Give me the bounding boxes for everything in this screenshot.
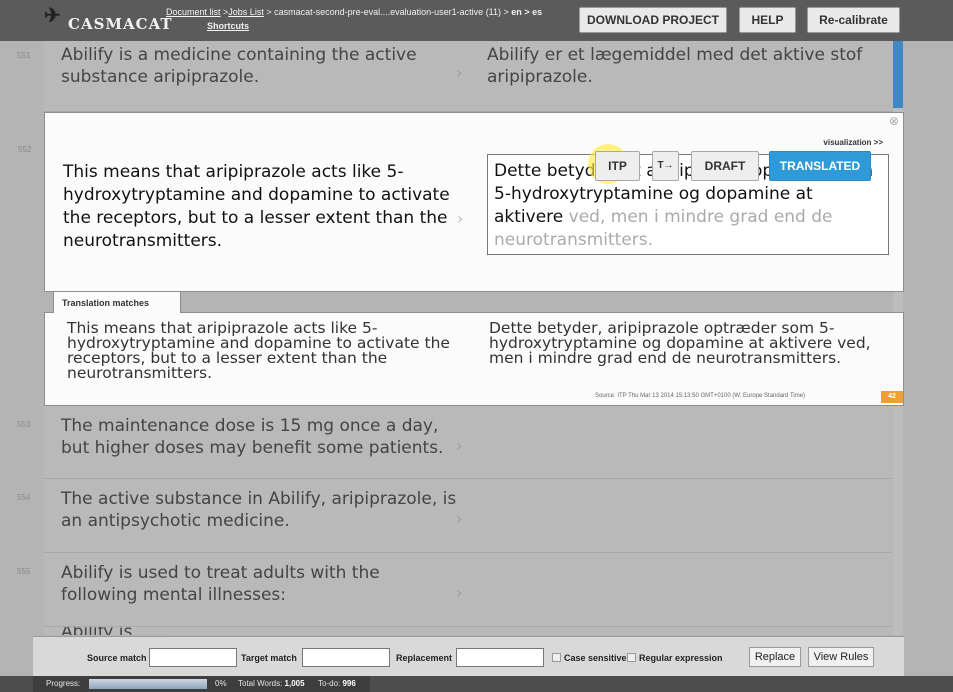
scrollbar-thumb[interactable]	[893, 41, 903, 108]
total-words: Total Words: 1,005	[238, 679, 305, 688]
source-match-label: Source match	[87, 653, 147, 663]
segment-554[interactable]: 554 The active substance in Abilify, ari…	[17, 479, 902, 553]
copy-arrow-icon[interactable]: ›	[456, 436, 462, 455]
segment-target[interactable]: Abilify er et lægemiddel med det aktive …	[487, 44, 887, 88]
copy-arrow-icon[interactable]: ›	[457, 209, 463, 228]
text-toggle-button[interactable]: T→	[652, 151, 679, 181]
regex-label: Regular expression	[639, 653, 723, 663]
segment-source: Abilify is ......	[61, 627, 461, 635]
segment-555[interactable]: 555 Abilify is used to treat adults with…	[17, 553, 902, 627]
match-score-badge: 42	[881, 391, 903, 403]
itp-button[interactable]: ITP	[595, 151, 640, 181]
logo-text: CASMACAT	[68, 15, 173, 33]
target-match-label: Target match	[241, 653, 297, 663]
segment-number: 553	[17, 420, 31, 429]
active-segment-552[interactable]: 552 ⊗ visualization >> This means that a…	[18, 112, 904, 292]
source-match-input[interactable]	[149, 648, 237, 667]
bird-logo-icon: ✈	[44, 3, 62, 27]
language-arrow: >	[521, 7, 533, 17]
case-sensitive-label: Case sensitive	[564, 653, 627, 663]
view-rules-button[interactable]: View Rules	[808, 647, 874, 667]
casmacat-logo[interactable]: ✈ CASMACAT	[44, 3, 172, 39]
copy-arrow-icon[interactable]: ›	[456, 583, 462, 602]
source-language: en	[511, 7, 522, 17]
active-source-text: This means that aripiprazole acts like 5…	[63, 162, 450, 251]
translation-matches-panel: This means that aripiprazole acts like 5…	[44, 312, 904, 406]
translated-button[interactable]: TRANSLATED	[769, 151, 871, 181]
total-words-value: 1,005	[284, 679, 305, 688]
match-source-info: Source: ITP Thu Mar 13 2014 15:13:50 GMT…	[595, 393, 806, 399]
replacement-input[interactable]	[456, 648, 544, 667]
top-header: ✈ CASMACAT Document list > Jobs List > ca…	[0, 0, 953, 41]
segment-553[interactable]: 553 The maintenance dose is 15 mg once a…	[17, 406, 902, 479]
shortcuts-link[interactable]: Shortcuts	[207, 21, 249, 31]
match-target-text[interactable]: Dette betyder, aripiprazole optræder som…	[489, 320, 889, 366]
target-match-input[interactable]	[302, 648, 390, 667]
case-sensitive-checkbox[interactable]	[552, 653, 561, 662]
progress-bar	[89, 679, 207, 689]
breadcrumb-count: (11) >	[483, 7, 512, 17]
copy-arrow-icon[interactable]: ›	[456, 63, 462, 82]
replacement-label: Replacement	[396, 653, 453, 663]
help-button[interactable]: HELP	[739, 7, 796, 33]
breadcrumb-document-list[interactable]: Document list	[166, 7, 221, 17]
todo-label: To-do:	[318, 679, 341, 688]
download-project-button[interactable]: DOWNLOAD PROJECT	[579, 7, 727, 33]
total-words-label: Total Words:	[238, 679, 283, 688]
visualization-link[interactable]: visualization >>	[823, 138, 883, 147]
status-footer: Progress: 0% Total Words: 1,005 To-do: 9…	[0, 676, 953, 692]
todo-count: To-do: 996	[318, 679, 356, 688]
progress-percent: 0%	[215, 679, 227, 688]
tab-translation-matches[interactable]: Translation matches	[53, 291, 181, 313]
breadcrumb-jobs-list[interactable]: Jobs List	[228, 7, 264, 17]
breadcrumb-job-path: > casmacat-second-pre-eval....evaluation…	[263, 7, 484, 17]
draft-button[interactable]: DRAFT	[691, 151, 759, 181]
breadcrumb: Document list > Jobs List > casmacat-seco…	[166, 7, 543, 31]
segment-number: 554	[17, 493, 31, 502]
segment-source: The maintenance dose is 15 mg once a day…	[61, 416, 444, 458]
segment-source: The active substance in Abilify, aripipr…	[61, 489, 457, 531]
match-source-text: This means that aripiprazole acts like 5…	[67, 319, 450, 382]
segment-number: 551	[17, 51, 31, 60]
segment-551[interactable]: 551 Abilify is a medicine containing the…	[17, 41, 902, 112]
segment-number: 552	[18, 145, 32, 154]
search-replace-bar: Source match Target match Replacement Ca…	[33, 636, 904, 676]
regex-checkbox[interactable]	[627, 653, 636, 662]
segment-next[interactable]: Abilify is ......	[44, 627, 902, 635]
recalibrate-button[interactable]: Re-calibrate	[807, 7, 900, 33]
close-icon[interactable]: ⊗	[889, 114, 899, 128]
replace-button[interactable]: Replace	[749, 647, 801, 667]
copy-arrow-icon[interactable]: ›	[456, 509, 462, 528]
progress-label: Progress:	[46, 679, 81, 688]
todo-value: 996	[342, 679, 356, 688]
segment-source: Abilify is a medicine containing the act…	[61, 45, 417, 87]
segment-number: 555	[17, 567, 31, 576]
segment-source: Abilify is used to treat adults with the…	[61, 563, 380, 605]
target-language: es	[532, 7, 543, 17]
